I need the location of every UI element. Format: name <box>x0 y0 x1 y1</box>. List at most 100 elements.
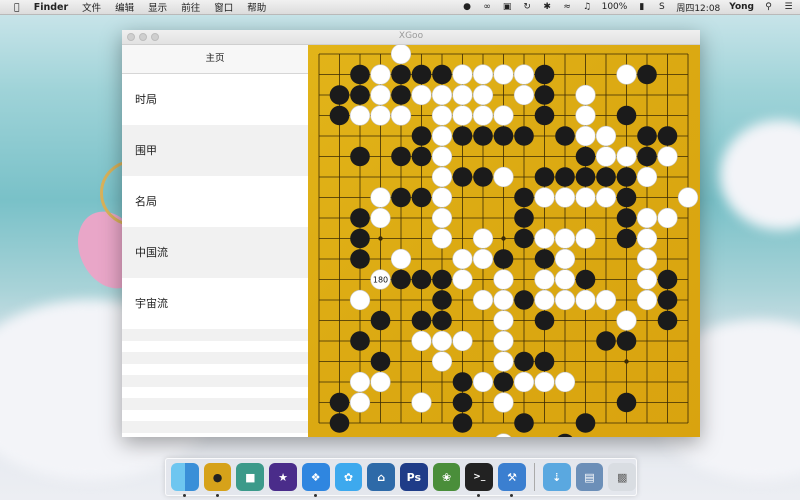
menu-go[interactable]: 前往 <box>181 0 200 14</box>
menu-edit[interactable]: 编辑 <box>115 0 134 14</box>
menu-finder[interactable]: Finder <box>34 2 68 13</box>
evernote-icon[interactable]: ❀ <box>432 463 461 491</box>
black-stone <box>391 187 411 208</box>
menu-file[interactable]: 文件 <box>82 0 101 14</box>
black-stone <box>432 290 452 310</box>
go-board[interactable]: 180 <box>308 45 700 437</box>
white-stone <box>575 187 596 208</box>
storage-status-icon[interactable]: ▣ <box>502 2 513 12</box>
menu-window[interactable]: 窗口 <box>214 0 233 14</box>
safari-icon[interactable]: ❖ <box>301 463 330 497</box>
imovie-icon[interactable]: ★ <box>269 463 297 491</box>
white-stone <box>575 125 596 147</box>
sidebar-item-cosmic-style[interactable]: 宇宙流 <box>122 278 308 329</box>
bluetooth-icon[interactable]: ✱ <box>542 2 553 12</box>
white-stone <box>472 84 494 106</box>
white-stone <box>349 105 371 126</box>
white-stone <box>636 248 658 270</box>
white-stone <box>534 269 555 290</box>
black-stone <box>657 126 678 146</box>
white-stone <box>472 248 494 270</box>
menu-help[interactable]: 帮助 <box>247 0 266 14</box>
battery-percent[interactable]: 100% <box>602 2 628 12</box>
black-stone <box>411 146 432 167</box>
white-stone <box>636 228 658 249</box>
xgoo-icon[interactable]: ● <box>203 463 232 497</box>
black-stone <box>391 146 411 167</box>
black-stone <box>350 208 370 228</box>
white-stone <box>472 64 494 85</box>
window-titlebar[interactable]: XGoo <box>122 30 700 45</box>
sidebar-empty-row <box>122 398 308 410</box>
menu-view[interactable]: 显示 <box>148 0 167 14</box>
volume-icon[interactable]: ♫ <box>582 2 593 12</box>
white-stone <box>493 392 514 413</box>
sync-status-icon[interactable]: ∞ <box>482 2 493 12</box>
battery-icon[interactable]: ▮ <box>636 2 647 12</box>
photoshop-icon[interactable]: Ps <box>400 463 428 491</box>
finder-icon[interactable] <box>171 463 199 497</box>
black-stone <box>411 64 432 85</box>
black-stone <box>616 392 637 413</box>
input-source-icon[interactable]: S <box>656 2 667 12</box>
go-board-grid[interactable]: 180 <box>308 45 700 437</box>
wifi-icon[interactable]: ≈ <box>562 2 573 12</box>
black-stone <box>329 105 350 126</box>
black-stone <box>391 85 411 105</box>
spotlight-icon[interactable]: ⚲ <box>763 2 774 12</box>
notification-center-icon[interactable]: ☰ <box>783 2 794 12</box>
sidebar-item-chinese-opening[interactable]: 中国流 <box>122 227 308 278</box>
white-stone <box>431 207 453 229</box>
sidebar-item-current[interactable]: 时局 <box>122 74 308 125</box>
apple-icon[interactable]:  <box>14 2 20 13</box>
black-stone <box>452 167 473 187</box>
black-stone <box>575 167 596 187</box>
terminal-icon[interactable]: >_ <box>465 463 494 497</box>
applications-folder-icon[interactable]: ▤ <box>575 463 604 491</box>
black-stone <box>555 167 575 187</box>
white-stone <box>495 433 512 437</box>
white-stone <box>431 146 453 167</box>
black-stone <box>350 331 370 351</box>
sidebar-empty-row <box>122 329 308 341</box>
user-name[interactable]: Yong <box>729 2 754 12</box>
evernote-status-icon[interactable]: ● <box>462 2 473 12</box>
black-stone <box>452 126 473 146</box>
white-stone <box>575 105 596 126</box>
white-stone <box>534 187 555 208</box>
sidebar-item-league[interactable]: 围甲 <box>122 125 308 176</box>
white-stone <box>431 187 453 208</box>
white-stone <box>493 269 514 290</box>
xcode-icon[interactable]: ⚒ <box>498 463 526 497</box>
black-stone <box>575 269 596 290</box>
white-stone <box>431 351 453 372</box>
white-stone <box>452 84 473 106</box>
black-stone <box>616 208 637 228</box>
trash-icon[interactable]: ▩ <box>608 463 637 491</box>
black-stone <box>329 392 350 413</box>
white-stone <box>595 125 617 147</box>
white-stone <box>472 105 494 126</box>
menu-bar:  Finder 文件 编辑 显示 前往 窗口 帮助 ● ∞ ▣ ↻ ✱ ≈ ♫… <box>0 0 800 15</box>
black-stone <box>432 269 452 290</box>
white-stone <box>657 207 678 229</box>
home-icon[interactable]: ⌂ <box>367 463 396 491</box>
white-stone <box>493 105 514 126</box>
time-machine-icon[interactable]: ↻ <box>522 2 533 12</box>
black-stone <box>473 167 493 187</box>
sidebar-empty-row <box>122 375 308 387</box>
white-stone <box>431 105 453 126</box>
downloads-icon[interactable]: ⇣ <box>542 463 571 491</box>
image-capture-icon[interactable]: ■ <box>236 463 265 491</box>
black-stone <box>637 126 657 146</box>
white-stone <box>431 166 453 188</box>
sidebar-item-famous[interactable]: 名局 <box>122 176 308 227</box>
white-stone <box>452 269 473 290</box>
white-stone <box>370 207 391 229</box>
white-stone <box>370 84 391 106</box>
black-stone <box>452 413 473 433</box>
twitter-icon[interactable]: ✿ <box>334 463 363 491</box>
black-stone <box>596 167 616 187</box>
white-stone <box>636 269 658 290</box>
menu-clock[interactable]: 周四12:08 <box>676 1 720 14</box>
